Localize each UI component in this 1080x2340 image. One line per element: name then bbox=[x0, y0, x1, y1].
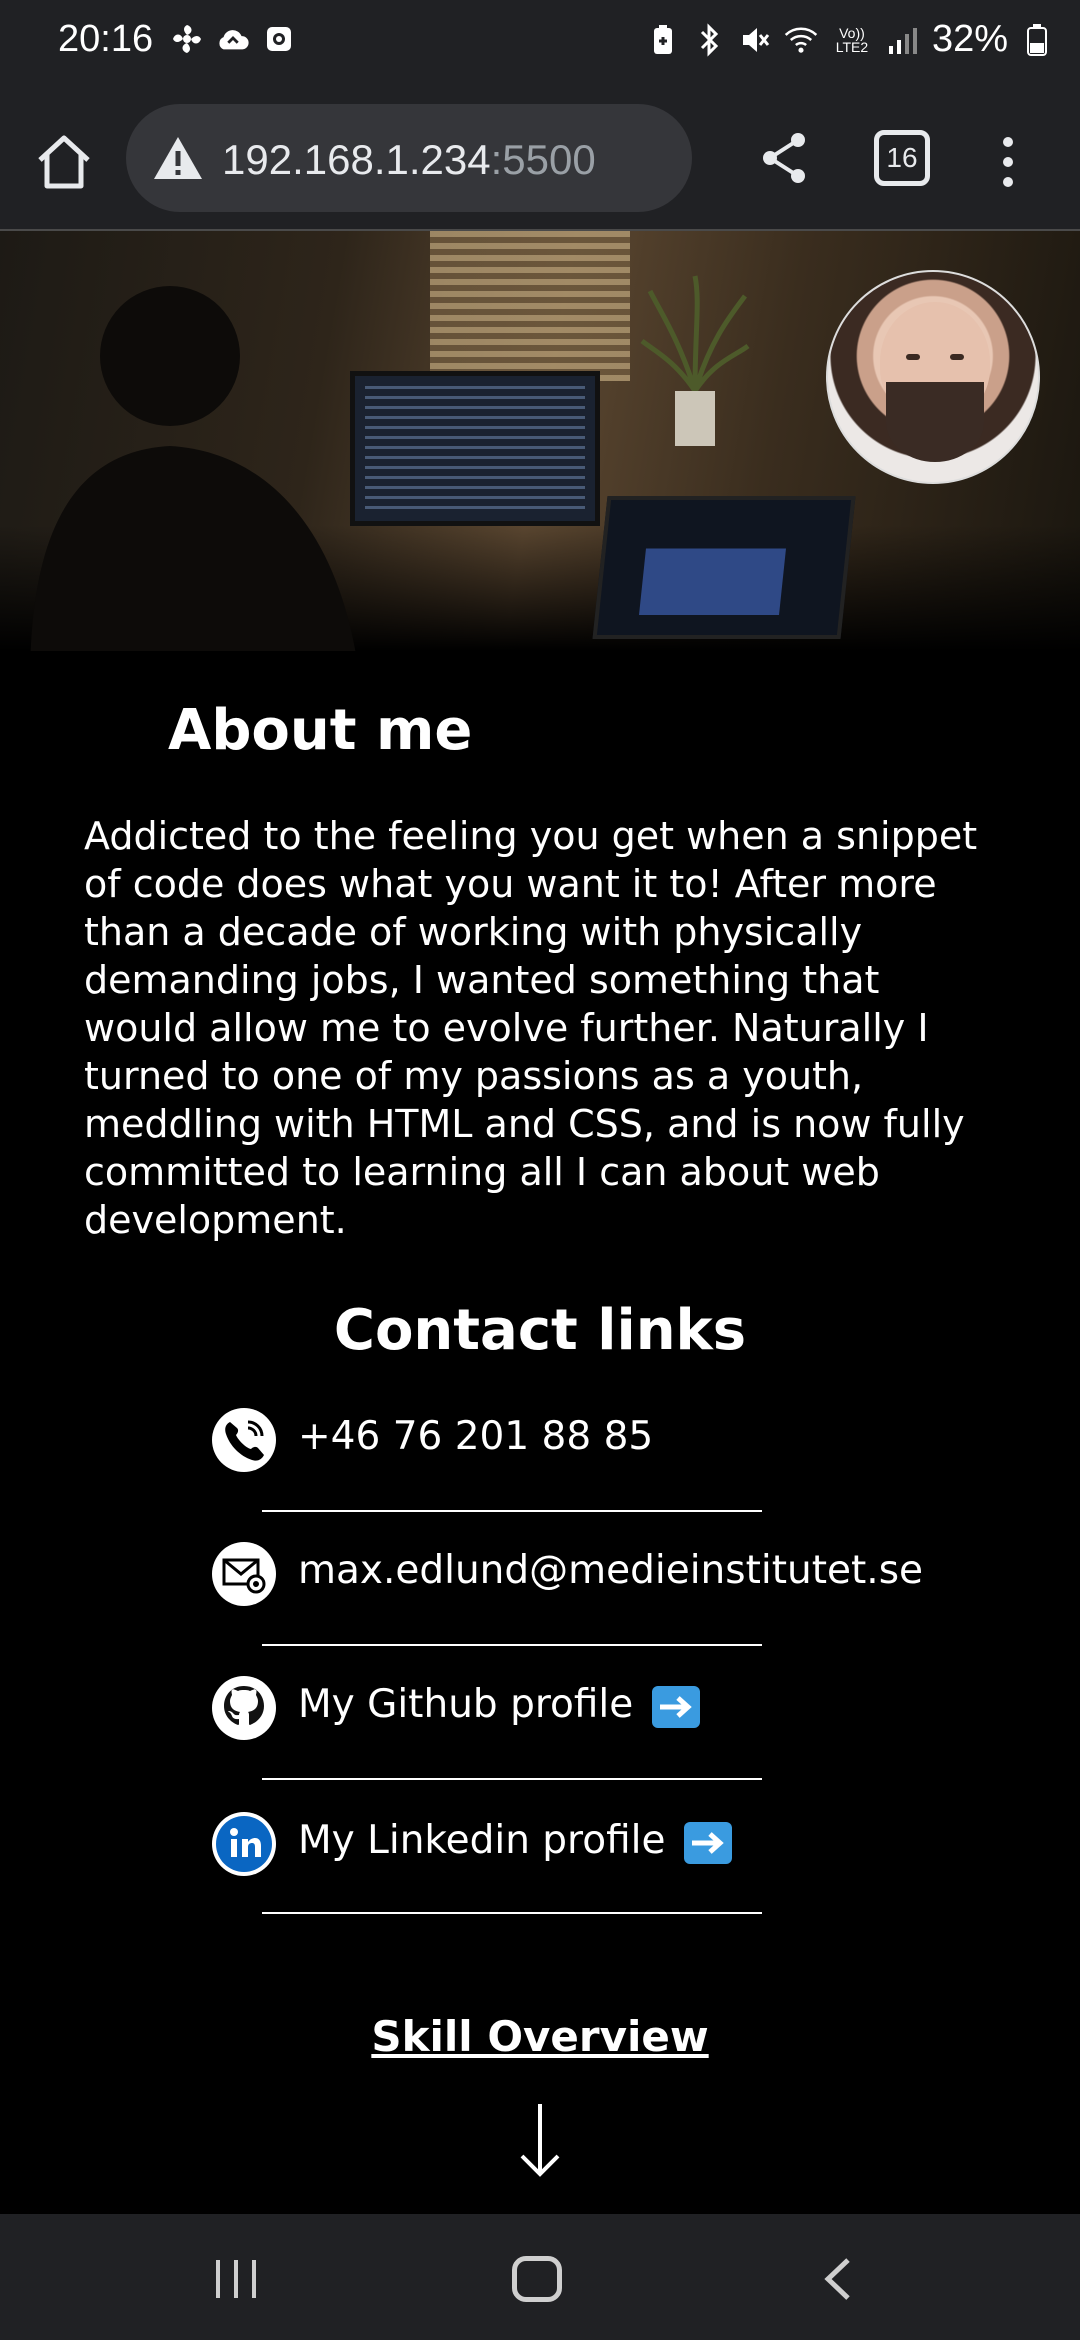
browser-toolbar: 192.168.1.234:5500 16 bbox=[0, 86, 1080, 231]
about-paragraph: Addicted to the feeling you get when a s… bbox=[84, 814, 978, 1242]
monitor-illustration bbox=[350, 371, 600, 526]
address-bar[interactable]: 192.168.1.234:5500 bbox=[126, 104, 692, 212]
contact-divider bbox=[262, 1912, 762, 1914]
status-time: 20:16 bbox=[58, 18, 154, 60]
cloud-sync-icon bbox=[216, 22, 250, 56]
contact-linkedin-link[interactable]: My Linkedin profile bbox=[212, 1812, 912, 1892]
about-heading: About me bbox=[168, 698, 473, 763]
contact-email-link[interactable]: max.edlund@medieinstitutet.se bbox=[212, 1542, 923, 1622]
contact-github-link[interactable]: My Github profile bbox=[212, 1676, 912, 1756]
status-right-icons: Vo)) LTE2 32% bbox=[646, 18, 1054, 61]
more-menu-icon[interactable] bbox=[988, 126, 1028, 198]
volte-icon: Vo)) LTE2 bbox=[835, 24, 869, 55]
github-label-text: My Github profile bbox=[298, 1682, 634, 1727]
url-host: 192.168.1.234 bbox=[222, 136, 491, 183]
back-icon[interactable] bbox=[818, 2256, 858, 2302]
linkedin-icon bbox=[212, 1812, 276, 1876]
screen-record-icon bbox=[262, 22, 296, 56]
battery-percent: 32% bbox=[931, 18, 1008, 60]
avatar bbox=[826, 270, 1040, 484]
system-nav-bar bbox=[0, 2214, 1080, 2340]
window-blinds bbox=[430, 231, 630, 381]
contact-divider bbox=[262, 1778, 762, 1780]
contact-phone-link[interactable]: +46 76 201 88 85 bbox=[212, 1408, 912, 1488]
status-bar: 20:16 Vo)) LTE2 32% bbox=[0, 0, 1080, 86]
right-arrow-icon bbox=[651, 1685, 700, 1728]
fan-icon bbox=[170, 22, 204, 56]
url-port: :5500 bbox=[490, 136, 596, 183]
phone-icon bbox=[212, 1408, 276, 1472]
battery-saver-icon bbox=[646, 23, 680, 57]
person-silhouette bbox=[20, 261, 360, 651]
recents-icon[interactable] bbox=[212, 2258, 260, 2300]
signal-icon bbox=[886, 23, 920, 57]
tab-switcher-button[interactable]: 16 bbox=[874, 130, 930, 186]
contact-divider bbox=[262, 1644, 762, 1646]
contact-email-label: max.edlund@medieinstitutet.se bbox=[298, 1548, 924, 1593]
contact-github-label: My Github profile bbox=[298, 1682, 700, 1728]
github-icon bbox=[212, 1676, 276, 1740]
share-icon[interactable] bbox=[752, 126, 816, 190]
contact-heading: Contact links bbox=[333, 1298, 747, 1363]
wifi-icon bbox=[784, 23, 818, 57]
status-left-icons bbox=[170, 22, 296, 56]
contact-divider bbox=[262, 1510, 762, 1512]
contact-linkedin-label: My Linkedin profile bbox=[298, 1818, 732, 1864]
warning-icon[interactable] bbox=[152, 134, 204, 182]
home-icon[interactable] bbox=[32, 130, 96, 194]
bluetooth-icon bbox=[692, 22, 726, 57]
nav-home-icon[interactable] bbox=[512, 2256, 562, 2302]
battery-icon bbox=[1020, 23, 1054, 57]
email-icon bbox=[212, 1542, 276, 1606]
plant-illustration bbox=[640, 271, 750, 451]
contact-phone-label: +46 76 201 88 85 bbox=[298, 1414, 654, 1459]
laptop-illustration bbox=[592, 496, 856, 639]
mute-icon bbox=[738, 23, 772, 57]
skill-overview-link[interactable]: Skill Overview bbox=[0, 2012, 1080, 2061]
down-arrow-icon[interactable] bbox=[510, 2100, 570, 2180]
right-arrow-icon bbox=[683, 1821, 732, 1864]
url-text[interactable]: 192.168.1.234:5500 bbox=[222, 136, 596, 184]
linkedin-label-text: My Linkedin profile bbox=[298, 1818, 666, 1863]
